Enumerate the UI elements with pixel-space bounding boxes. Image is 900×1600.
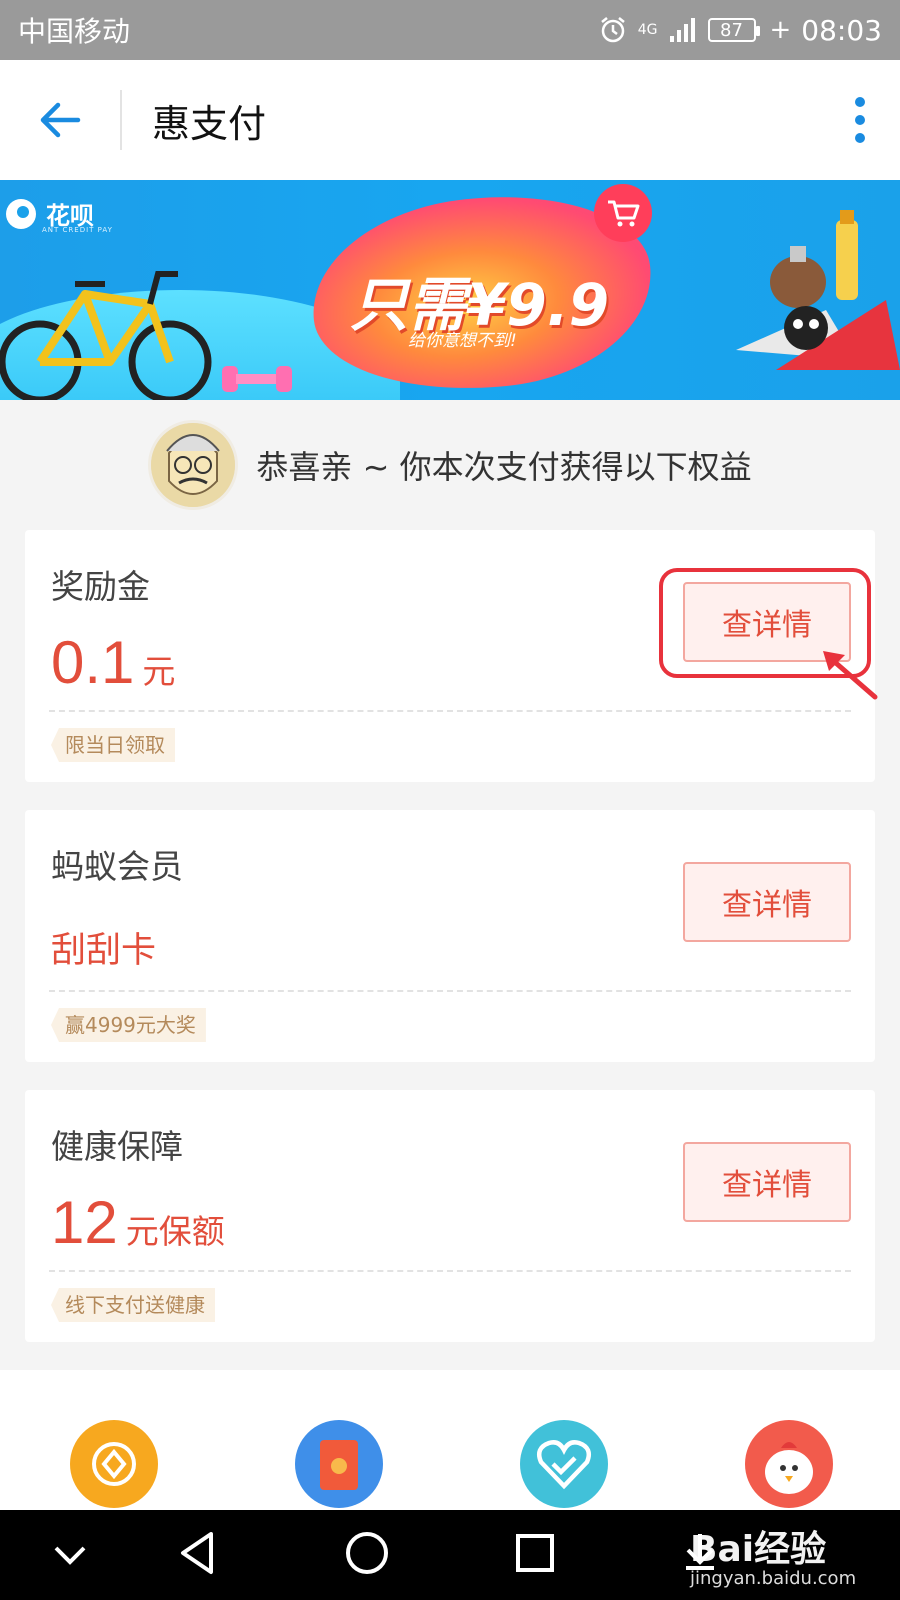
card-value-number: 12 <box>51 1189 118 1256</box>
status-bar: 中国移动 4G 87 + 08:03 <box>0 0 900 60</box>
watermark: Bai经验 <box>690 1529 827 1570</box>
card-title: 蚂蚁会员 <box>51 847 183 886</box>
reward-card-member: 蚂蚁会员 刮刮卡 查详情 赢4999元大奖 <box>25 810 875 1062</box>
nav-back-icon[interactable] <box>175 1528 219 1578</box>
more-button[interactable] <box>820 60 900 180</box>
card-value: 12 元保额 <box>51 1188 225 1257</box>
network-type-label: 4G <box>637 22 658 38</box>
card-tag: 赢4999元大奖 <box>51 1008 206 1042</box>
card-value-number: 0.1 <box>51 629 135 696</box>
title-bar: 惠支付 <box>0 60 900 180</box>
reward-card-health: 健康保障 12 元保额 查详情 线下支付送健康 <box>25 1090 875 1342</box>
card-value-unit: 元 <box>142 652 176 691</box>
congrats-text: 恭喜亲 ~ 你本次支付获得以下权益 <box>256 448 752 486</box>
promo-banner[interactable]: 花呗 ANT CREDIT PAY 只需¥9.9 给你意想不到! <box>0 180 900 400</box>
huabei-logo-icon <box>6 198 36 229</box>
health-heart-icon[interactable] <box>520 1420 608 1508</box>
back-button[interactable] <box>0 60 120 180</box>
hide-keyboard-icon[interactable] <box>50 1540 90 1570</box>
battery-icon: 87 <box>707 18 760 42</box>
wealth-icon[interactable] <box>70 1420 158 1508</box>
charging-icon: + <box>769 15 792 45</box>
reward-header: 恭喜亲 ~ 你本次支付获得以下权益 <box>0 410 900 520</box>
avatar-face-icon <box>151 423 236 507</box>
avatar[interactable] <box>148 420 239 510</box>
more-vertical-icon <box>855 97 865 143</box>
red-envelope-icon[interactable] <box>295 1420 383 1508</box>
cart-icon <box>594 184 652 242</box>
dumbbell-icon <box>222 366 292 392</box>
carrier-label: 中国移动 <box>18 15 131 48</box>
watermark-url: jingyan.baidu.com <box>690 1568 857 1589</box>
card-value: 刮刮卡 <box>51 922 156 973</box>
card-value-number: 刮刮卡 <box>51 931 157 971</box>
clock: 08:03 <box>801 13 882 47</box>
signal-icon <box>668 16 698 44</box>
view-details-button[interactable]: 查详情 <box>683 862 851 942</box>
card-divider <box>49 710 851 712</box>
back-arrow-icon <box>40 102 81 138</box>
nav-recents-icon[interactable] <box>512 1528 558 1578</box>
alarm-icon <box>598 15 628 45</box>
shopping-goods-icon <box>736 210 900 370</box>
pointer-arrow-icon <box>823 651 878 700</box>
card-tag: 限当日领取 <box>51 728 175 762</box>
battery-level: 87 <box>720 19 743 41</box>
brand-subtitle: ANT CREDIT PAY <box>42 226 113 234</box>
services-strip <box>0 1370 900 1510</box>
card-divider <box>49 990 851 992</box>
view-details-button[interactable]: 查详情 <box>683 1142 851 1222</box>
reward-card-bonus: 奖励金 0.1 元 查详情 限当日领取 <box>25 530 878 782</box>
card-title: 奖励金 <box>51 567 150 606</box>
card-value: 0.1 元 <box>51 628 175 697</box>
card-divider <box>49 1270 851 1272</box>
status-icons: 4G 87 + 08:03 <box>598 14 882 47</box>
card-tag: 线下支付送健康 <box>51 1288 215 1322</box>
bicycle-icon <box>0 271 212 400</box>
banner-subline: 给你意想不到! <box>408 331 517 351</box>
title-divider <box>120 90 122 150</box>
card-title: 健康保障 <box>51 1127 183 1166</box>
nav-home-icon[interactable] <box>342 1528 392 1578</box>
page-title: 惠支付 <box>152 101 267 146</box>
chicken-game-icon[interactable] <box>745 1420 833 1508</box>
card-value-unit: 元保额 <box>125 1212 225 1251</box>
